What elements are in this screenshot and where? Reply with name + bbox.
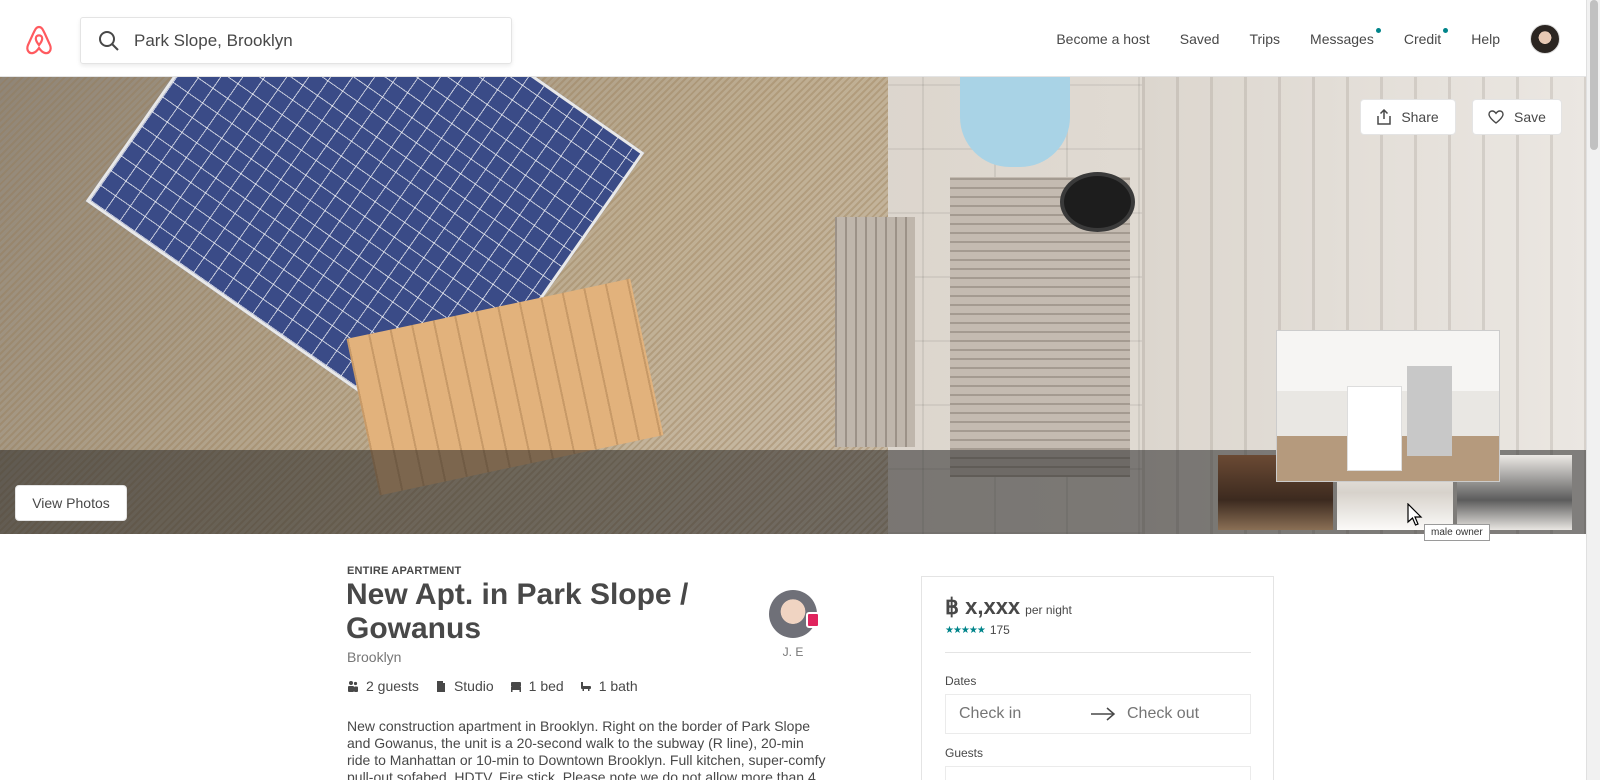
page-scrollbar[interactable] xyxy=(1586,0,1600,780)
notification-dot xyxy=(1375,27,1381,33)
top-header: Park Slope, Brooklyn Become a host Saved… xyxy=(0,0,1586,77)
preview-fridge xyxy=(1407,366,1452,456)
amenity-room: Studio xyxy=(435,678,494,694)
studio-icon xyxy=(436,681,445,692)
guests-select[interactable] xyxy=(945,766,1251,780)
arrow-right-icon xyxy=(1091,707,1116,721)
host-name[interactable]: J. E xyxy=(769,645,817,659)
thumbnail-preview[interactable] xyxy=(1276,330,1500,482)
divider xyxy=(945,652,1251,653)
photo-lamp xyxy=(1060,172,1135,232)
nav-label: Help xyxy=(1471,30,1500,47)
search-icon xyxy=(99,30,119,51)
save-button[interactable]: Save xyxy=(1472,99,1562,135)
view-photos-label: View Photos xyxy=(32,495,110,511)
rating-summary[interactable]: ★★★★★ 175 xyxy=(945,623,1010,637)
nav-label: Trips xyxy=(1249,30,1281,47)
scrollbar-thumb[interactable] xyxy=(1590,0,1598,150)
nightly-price: ฿ x,xxx xyxy=(945,594,1021,619)
share-icon xyxy=(1377,109,1392,125)
price-unit: per night xyxy=(1025,603,1072,617)
nav-trips[interactable]: Trips xyxy=(1249,31,1280,47)
review-count: 175 xyxy=(989,623,1010,637)
share-label: Share xyxy=(1401,109,1439,125)
tooltip: male owner xyxy=(1424,524,1490,541)
bath-icon xyxy=(580,682,591,691)
nav-become-a-host[interactable]: Become a host xyxy=(1056,31,1149,47)
guests-icon xyxy=(348,681,358,692)
notification-dot xyxy=(1443,27,1449,33)
dates-label: Dates xyxy=(945,674,977,688)
nav-help[interactable]: Help xyxy=(1471,31,1500,47)
heart-icon xyxy=(1488,110,1504,124)
amenity-beds: 1 bed xyxy=(510,678,564,694)
amenity-room-label: Studio xyxy=(453,678,494,694)
search-value: Park Slope, Brooklyn xyxy=(134,30,293,50)
check-out-input[interactable]: Check out xyxy=(1127,705,1199,723)
airbnb-logo-icon[interactable] xyxy=(24,24,54,56)
guests-label: Guests xyxy=(945,746,984,760)
preview-counter xyxy=(1347,386,1402,471)
mouse-cursor-icon xyxy=(1407,503,1423,526)
bed-icon xyxy=(510,682,521,692)
nav-label: Credit xyxy=(1403,30,1442,47)
nav-messages[interactable]: Messages xyxy=(1310,27,1381,47)
date-range-picker[interactable]: Check in Check out xyxy=(945,694,1251,734)
superhost-badge-icon xyxy=(806,612,820,628)
amenity-baths-label: 1 bath xyxy=(598,678,638,694)
user-avatar[interactable] xyxy=(1530,23,1560,54)
price-summary: ฿ x,xxx per night xyxy=(945,594,1072,620)
nav-credit[interactable]: Credit xyxy=(1403,27,1449,47)
listing-city[interactable]: Brooklyn xyxy=(347,649,401,665)
listing-description: New construction apartment in Brooklyn. … xyxy=(347,718,826,780)
photo-bench xyxy=(835,217,915,447)
main-nav: Become a host Saved Trips Messages Credi… xyxy=(1056,0,1560,77)
amenity-guests: 2 guests xyxy=(347,678,419,694)
booking-card: ฿ x,xxx per night ★★★★★ 175 Dates Check … xyxy=(921,576,1274,780)
amenity-summary: 2 guests Studio 1 bed 1 bath xyxy=(347,678,638,694)
view-photos-button[interactable]: View Photos xyxy=(15,485,127,521)
save-label: Save xyxy=(1514,109,1546,125)
location-search-input[interactable]: Park Slope, Brooklyn xyxy=(80,17,512,64)
nav-saved[interactable]: Saved xyxy=(1180,31,1220,47)
nav-label: Become a host xyxy=(1056,30,1150,47)
nav-label: Saved xyxy=(1179,30,1220,47)
amenity-beds-label: 1 bed xyxy=(528,678,564,694)
amenity-guests-label: 2 guests xyxy=(366,678,419,694)
listing-type: ENTIRE APARTMENT xyxy=(347,565,462,577)
share-button[interactable]: Share xyxy=(1360,99,1456,135)
photo-chair xyxy=(960,77,1070,167)
star-rating-icon: ★★★★★ xyxy=(945,624,986,636)
nav-label: Messages xyxy=(1310,30,1374,47)
listing-title: New Apt. in Park Slope / Gowanus xyxy=(346,578,689,645)
check-in-input[interactable]: Check in xyxy=(959,705,1089,723)
amenity-baths: 1 bath xyxy=(580,678,638,694)
